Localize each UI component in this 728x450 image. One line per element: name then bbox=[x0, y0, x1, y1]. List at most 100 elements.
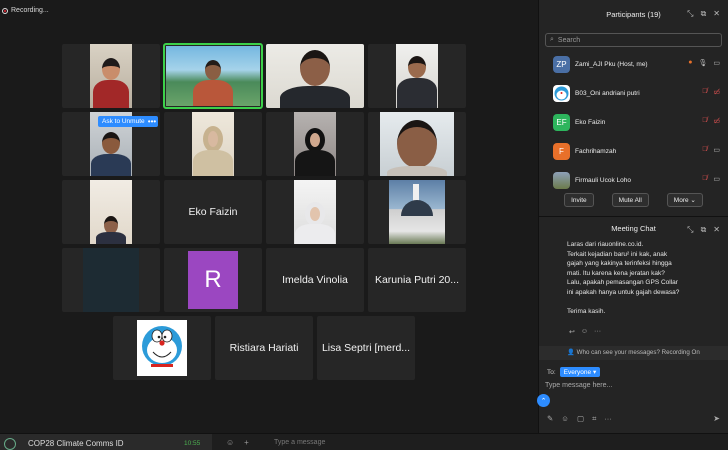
participant-video-dark bbox=[83, 248, 139, 312]
chat-message: Laras dari riauonline.co.id. Terkait kej… bbox=[567, 240, 714, 317]
pop-out-icon[interactable]: ⧉ bbox=[701, 225, 707, 235]
video-off-icon[interactable]: ▭̸ bbox=[713, 88, 720, 96]
video-tile[interactable] bbox=[113, 316, 211, 380]
video-gallery: Recording... Ask to Unmute ••• Eko Faizi… bbox=[0, 0, 538, 433]
attach-icon[interactable]: + bbox=[244, 438, 249, 447]
emoji-icon[interactable]: ☺ bbox=[581, 328, 588, 336]
pop-out-icon[interactable]: ⧉ bbox=[701, 9, 707, 19]
participant-name: Karunia Putri 20... bbox=[374, 274, 460, 286]
close-icon[interactable]: ✕ bbox=[713, 225, 720, 235]
video-tile[interactable]: Ristiara Hariati bbox=[215, 316, 313, 380]
video-camera-icon[interactable]: ▭ bbox=[713, 59, 720, 67]
send-icon[interactable]: ➤ bbox=[713, 414, 720, 423]
record-icon bbox=[2, 7, 8, 14]
video-camera-icon[interactable]: ▭ bbox=[713, 146, 720, 154]
video-tile[interactable]: Imelda Vinolia bbox=[266, 248, 364, 312]
more-label: More bbox=[673, 196, 689, 204]
participant-name: Lisa Septri [merd... bbox=[321, 342, 411, 354]
format-icon[interactable]: ✎ bbox=[547, 414, 553, 424]
file-icon[interactable]: ▢ bbox=[577, 414, 584, 424]
participant-name: Ristiara Hariati bbox=[229, 342, 299, 354]
video-camera-icon[interactable]: ▭ bbox=[713, 175, 720, 183]
video-tile[interactable] bbox=[266, 44, 364, 108]
recording-indicator[interactable]: Recording... bbox=[2, 7, 49, 14]
search-icon: ⌕ bbox=[550, 36, 554, 43]
chat-message-line: mati. Itu karena kena jeratan kak? bbox=[567, 269, 665, 277]
collapse-icon[interactable]: ⤡ bbox=[687, 9, 693, 19]
video-tile[interactable]: Lisa Septri [merd... bbox=[317, 316, 415, 380]
muted-microphone-icon[interactable]: 🎙̸ bbox=[702, 88, 707, 96]
video-tile[interactable] bbox=[368, 44, 466, 108]
participant-video bbox=[294, 112, 336, 176]
participant-row[interactable]: EF Eko Faizin 🎙̸ ▭̸ bbox=[539, 108, 728, 137]
participant-name: Eko Faizin bbox=[188, 206, 238, 218]
participant-row[interactable]: Firmauli Ucok Loho 🎙̸ ▭ bbox=[539, 166, 728, 195]
more-options-icon[interactable]: ··· bbox=[594, 328, 601, 336]
video-tile[interactable] bbox=[164, 112, 262, 176]
chevron-down-icon: ▾ bbox=[592, 369, 597, 376]
video-tile[interactable] bbox=[62, 248, 160, 312]
video-tile[interactable]: Karunia Putri 20... bbox=[368, 248, 466, 312]
chat-input[interactable]: Type message here... bbox=[545, 382, 612, 389]
video-tile[interactable] bbox=[368, 112, 466, 176]
participants-actions: Invite Mute All More ⌄ bbox=[539, 193, 728, 207]
video-tile[interactable]: R bbox=[164, 248, 262, 312]
chevron-down-icon: ⌄ bbox=[688, 197, 696, 204]
chat-visibility-notice[interactable]: 👤 Who can see your messages? Recording O… bbox=[539, 346, 728, 360]
recording-dot-icon: ● bbox=[688, 59, 693, 66]
tile-more-options-button[interactable]: ••• bbox=[146, 116, 158, 127]
chat-scroll-button[interactable]: ⌃ bbox=[537, 394, 550, 407]
recipient-dropdown[interactable]: Everyone ▾ bbox=[559, 367, 601, 377]
to-label: To: bbox=[547, 368, 556, 376]
muted-microphone-icon[interactable]: 🎙̸ bbox=[702, 117, 707, 125]
participants-search-input[interactable]: ⌕ Search bbox=[545, 33, 722, 47]
participant-name: Fachrihamzah bbox=[575, 148, 617, 155]
emoji-icon[interactable]: ☺ bbox=[226, 438, 234, 447]
video-off-icon[interactable]: ▭̸ bbox=[713, 117, 720, 125]
participant-row[interactable]: ZP Zami_AJI Pku (Host, me) ● 🎙 ▭ bbox=[539, 50, 728, 79]
mute-all-button[interactable]: Mute All bbox=[611, 193, 649, 207]
participant-name: Zami_AJI Pku (Host, me) bbox=[575, 61, 648, 68]
reply-icon[interactable]: ↩ bbox=[569, 328, 575, 336]
collapse-icon[interactable]: ⤡ bbox=[687, 225, 693, 235]
invite-button[interactable]: Invite bbox=[564, 193, 594, 207]
ask-to-unmute-button[interactable]: Ask to Unmute bbox=[98, 116, 149, 127]
video-tile-active-speaker[interactable] bbox=[163, 43, 263, 109]
panel-divider bbox=[539, 216, 728, 217]
taskbar-message-box[interactable]: ☺ + Type a message bbox=[212, 434, 728, 450]
video-tile[interactable]: Eko Faizin bbox=[164, 180, 262, 244]
people-icon: 👤 bbox=[567, 349, 577, 356]
participant-name: Firmauli Ucok Loho bbox=[575, 177, 631, 184]
participant-avatar-doraemon bbox=[137, 320, 187, 376]
close-icon[interactable]: ✕ bbox=[713, 9, 720, 19]
participants-window-controls: ⤡ ⧉ ✕ bbox=[687, 9, 720, 19]
muted-microphone-icon[interactable]: 🎙̸ bbox=[702, 175, 707, 183]
screenshot-icon[interactable]: ⌗ bbox=[592, 414, 596, 424]
more-button[interactable]: More ⌄ bbox=[666, 193, 703, 207]
participant-row[interactable]: B03_Oni andriani putri 🎙̸ ▭̸ bbox=[539, 79, 728, 108]
video-tile[interactable] bbox=[266, 180, 364, 244]
more-options-icon[interactable]: ··· bbox=[604, 414, 612, 424]
participant-avatar: ZP bbox=[553, 56, 570, 73]
chat-message-line: Laras dari riauonline.co.id. bbox=[567, 241, 644, 248]
participants-list: ZP Zami_AJI Pku (Host, me) ● 🎙 ▭ B03_Oni… bbox=[539, 50, 728, 195]
chat-visibility-text: Who can see your messages? Recording On bbox=[576, 349, 700, 356]
recipient-value: Everyone bbox=[563, 369, 592, 376]
recording-label: Recording... bbox=[11, 7, 49, 14]
video-tile[interactable] bbox=[368, 180, 466, 244]
chat-recipient-row: To: Everyone ▾ bbox=[547, 367, 601, 377]
taskbar-title[interactable]: COP28 Climate Comms ID bbox=[28, 439, 124, 448]
participant-row[interactable]: F Fachrihamzah 🎙̸ ▭ bbox=[539, 137, 728, 166]
doraemon-icon bbox=[554, 86, 569, 101]
emoji-icon[interactable]: ☺ bbox=[561, 414, 569, 424]
video-tile[interactable] bbox=[266, 112, 364, 176]
participant-name: Imelda Vinolia bbox=[282, 274, 348, 286]
video-tile[interactable] bbox=[62, 180, 160, 244]
participant-avatar: EF bbox=[553, 114, 570, 131]
video-tile[interactable] bbox=[62, 44, 160, 108]
muted-microphone-icon[interactable]: 🎙̸ bbox=[702, 146, 707, 154]
microphone-icon[interactable]: 🎙 bbox=[698, 59, 707, 67]
participant-status-icons: 🎙̸ ▭̸ bbox=[702, 88, 720, 96]
participant-status-icons: 🎙̸ ▭ bbox=[702, 175, 720, 183]
taskbar: COP28 Climate Comms ID 10:55 ☺ + Type a … bbox=[0, 433, 728, 450]
